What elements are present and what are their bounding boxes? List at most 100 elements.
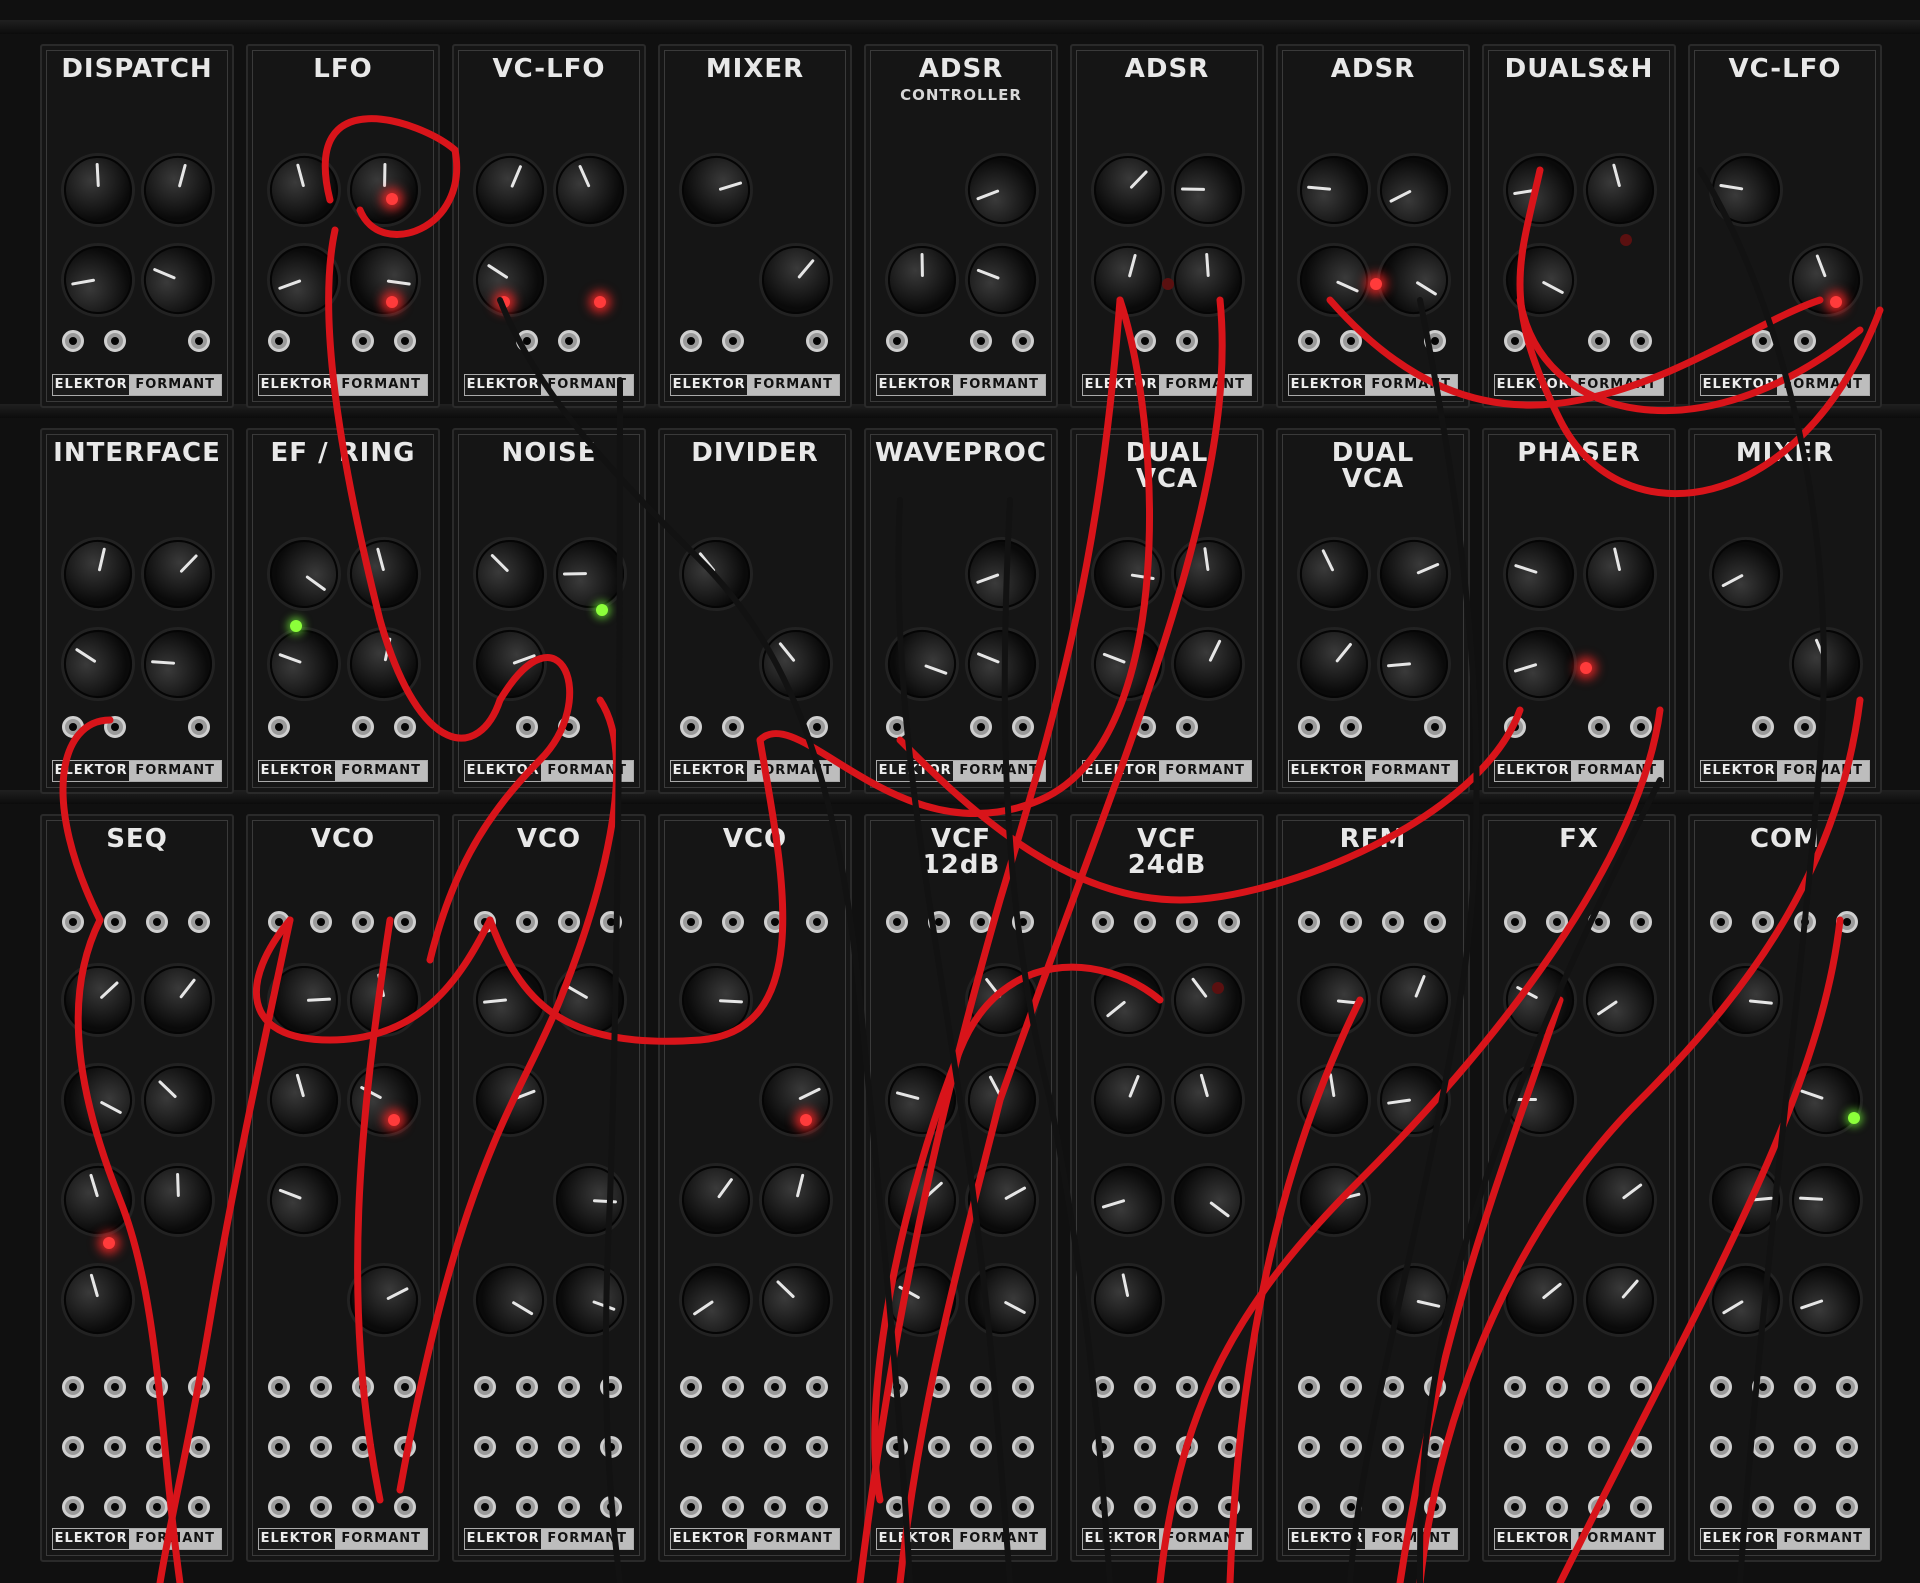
patch-jack[interactable] [352, 1376, 374, 1398]
patch-jack[interactable] [352, 330, 374, 352]
patch-jack[interactable] [394, 1376, 416, 1398]
patch-jack[interactable] [1012, 1376, 1034, 1398]
patch-jack[interactable] [516, 330, 538, 352]
rotary-knob[interactable] [958, 530, 1046, 618]
rotary-knob[interactable] [1086, 238, 1170, 322]
rotary-knob[interactable] [668, 526, 764, 622]
rotary-knob[interactable] [52, 1054, 144, 1146]
patch-jack[interactable] [1012, 911, 1034, 933]
rotary-knob[interactable] [1700, 528, 1792, 620]
patch-jack[interactable] [1092, 911, 1114, 933]
rotary-knob[interactable] [1572, 1252, 1668, 1348]
patch-jack[interactable] [1298, 911, 1320, 933]
patch-jack[interactable] [104, 911, 126, 933]
rotary-knob[interactable] [1790, 1164, 1862, 1236]
patch-jack[interactable] [394, 330, 416, 352]
rotary-knob[interactable] [338, 1254, 430, 1346]
rotary-knob[interactable] [1375, 1061, 1453, 1139]
rotary-knob[interactable] [1369, 955, 1459, 1045]
rotary-knob[interactable] [754, 1158, 838, 1242]
rotary-knob[interactable] [1497, 621, 1583, 707]
rotary-knob[interactable] [543, 953, 637, 1047]
patch-jack[interactable] [104, 1436, 126, 1458]
patch-jack[interactable] [680, 1436, 702, 1458]
patch-jack[interactable] [62, 1436, 84, 1458]
patch-jack[interactable] [474, 1436, 496, 1458]
patch-jack[interactable] [722, 330, 744, 352]
rotary-knob[interactable] [957, 619, 1047, 709]
patch-jack[interactable] [394, 911, 416, 933]
rotary-knob[interactable] [343, 623, 425, 705]
patch-jack[interactable] [62, 1376, 84, 1398]
patch-jack[interactable] [558, 330, 580, 352]
rotary-knob[interactable] [1171, 243, 1245, 317]
patch-jack[interactable] [928, 1436, 950, 1458]
rotary-knob[interactable] [673, 147, 759, 233]
rotary-knob[interactable] [136, 148, 220, 232]
rotary-knob[interactable] [55, 1157, 141, 1243]
patch-jack[interactable] [1218, 1436, 1240, 1458]
rotary-knob[interactable] [1369, 529, 1459, 619]
rotary-knob[interactable] [958, 236, 1046, 324]
rotary-knob[interactable] [956, 1254, 1048, 1346]
patch-jack[interactable] [1546, 911, 1568, 933]
rotary-knob[interactable] [49, 951, 147, 1049]
patch-jack[interactable] [1134, 911, 1156, 933]
patch-jack[interactable] [558, 716, 580, 738]
rotary-knob[interactable] [880, 1058, 964, 1142]
patch-jack[interactable] [1382, 1376, 1404, 1398]
patch-jack[interactable] [1176, 911, 1198, 933]
rotary-knob[interactable] [748, 616, 844, 712]
rotary-knob[interactable] [343, 959, 425, 1041]
patch-jack[interactable] [680, 330, 702, 352]
rotary-knob[interactable] [129, 1051, 227, 1149]
rotary-knob[interactable] [1169, 535, 1247, 613]
patch-jack[interactable] [680, 911, 702, 933]
rotary-knob[interactable] [130, 952, 226, 1048]
patch-jack[interactable] [1752, 1376, 1774, 1398]
patch-jack[interactable] [886, 1496, 908, 1518]
patch-jack[interactable] [1340, 1496, 1362, 1518]
rotary-knob[interactable] [1373, 1259, 1455, 1341]
rotary-knob[interactable] [1173, 155, 1243, 225]
rotary-knob[interactable] [1079, 141, 1177, 239]
patch-jack[interactable] [310, 1496, 332, 1518]
rotary-knob[interactable] [461, 525, 559, 623]
rotary-knob[interactable] [342, 532, 426, 616]
patch-jack[interactable] [474, 911, 496, 933]
patch-jack[interactable] [1630, 911, 1652, 933]
patch-jack[interactable] [268, 911, 290, 933]
patch-jack[interactable] [1546, 1436, 1568, 1458]
patch-jack[interactable] [394, 1436, 416, 1458]
rotary-knob[interactable] [141, 627, 215, 701]
patch-jack[interactable] [970, 1436, 992, 1458]
patch-jack[interactable] [600, 1376, 622, 1398]
patch-jack[interactable] [886, 716, 908, 738]
patch-jack[interactable] [1424, 1376, 1446, 1398]
patch-jack[interactable] [1752, 1436, 1774, 1458]
patch-jack[interactable] [1504, 330, 1526, 352]
rotary-knob[interactable] [260, 1156, 348, 1244]
patch-jack[interactable] [1298, 716, 1320, 738]
patch-jack[interactable] [1710, 1376, 1732, 1398]
rotary-knob[interactable] [1368, 144, 1460, 236]
patch-jack[interactable] [146, 1436, 168, 1458]
patch-jack[interactable] [1012, 1496, 1034, 1518]
patch-jack[interactable] [1424, 330, 1446, 352]
patch-jack[interactable] [1794, 1496, 1816, 1518]
patch-jack[interactable] [352, 911, 374, 933]
patch-jack[interactable] [1504, 716, 1526, 738]
patch-jack[interactable] [62, 716, 84, 738]
patch-jack[interactable] [1794, 911, 1816, 933]
rotary-knob[interactable] [261, 1057, 347, 1143]
patch-jack[interactable] [928, 1496, 950, 1518]
rotary-knob[interactable] [1572, 952, 1668, 1048]
patch-jack[interactable] [188, 1436, 210, 1458]
patch-jack[interactable] [1752, 911, 1774, 933]
patch-jack[interactable] [1794, 1376, 1816, 1398]
patch-jack[interactable] [310, 911, 332, 933]
patch-jack[interactable] [474, 1496, 496, 1518]
rotary-knob[interactable] [50, 616, 146, 712]
patch-jack[interactable] [1092, 1376, 1114, 1398]
rotary-knob[interactable] [1160, 1152, 1256, 1248]
